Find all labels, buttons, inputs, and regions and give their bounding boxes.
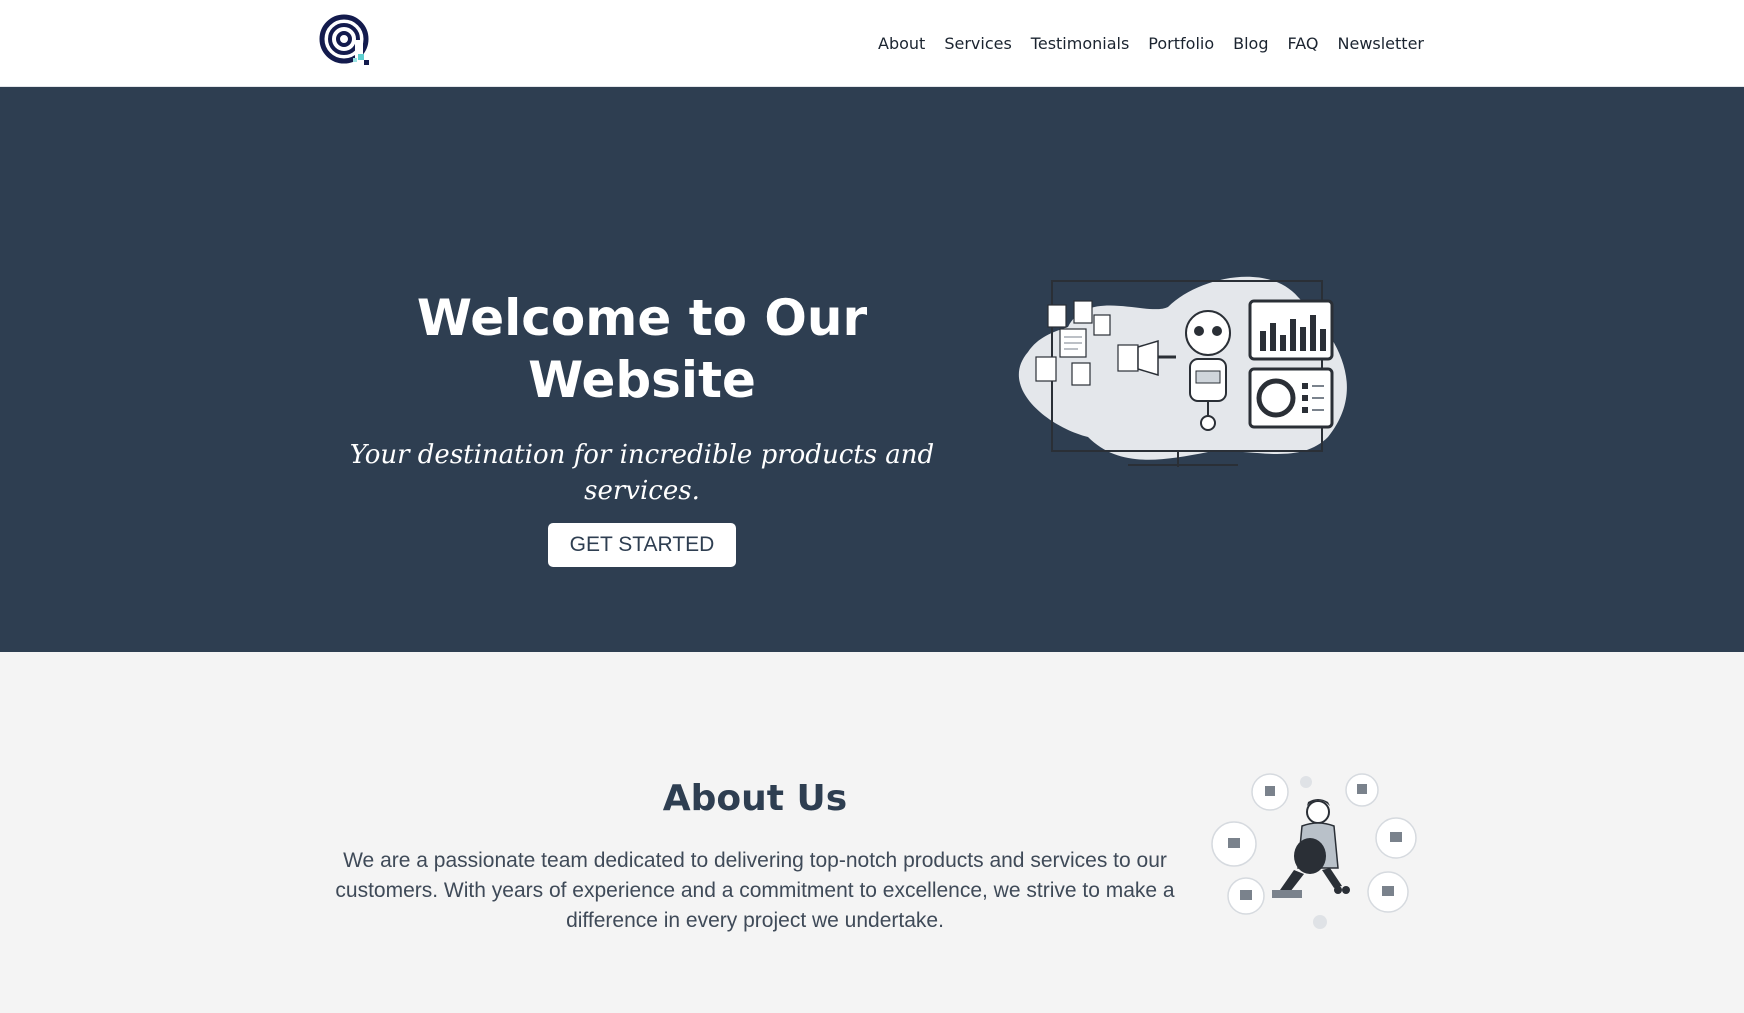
data-robot-illustration-icon bbox=[1018, 276, 1347, 467]
get-started-button[interactable]: GET STARTED bbox=[547, 523, 737, 567]
nav-link-testimonials[interactable]: Testimonials bbox=[1031, 30, 1130, 58]
hero-section: Welcome to Our Website Your destination … bbox=[0, 87, 1744, 652]
at-sign-logo-icon[interactable] bbox=[319, 14, 375, 70]
nav-link-faq[interactable]: FAQ bbox=[1288, 30, 1319, 58]
nav-link-services[interactable]: Services bbox=[944, 30, 1011, 58]
site-header: About Services Testimonials Portfolio Bl… bbox=[0, 0, 1744, 87]
about-body: We are a passionate team dedicated to de… bbox=[335, 849, 1175, 932]
nav-link-about[interactable]: About bbox=[878, 30, 925, 58]
main-nav: About Services Testimonials Portfolio Bl… bbox=[859, 30, 1424, 58]
nav-link-blog[interactable]: Blog bbox=[1233, 30, 1268, 58]
hero-content: Welcome to Our Website Your destination … bbox=[320, 287, 964, 567]
about-section: About Us We are a passionate team dedica… bbox=[0, 652, 1744, 1013]
about-title: About Us bbox=[662, 778, 848, 819]
about-content: About Us We are a passionate team dedica… bbox=[320, 776, 1190, 936]
nav-link-portfolio[interactable]: Portfolio bbox=[1148, 30, 1214, 58]
hero-subtitle: Your destination for incredible products… bbox=[349, 440, 935, 506]
person-hobbies-illustration-icon bbox=[1211, 773, 1417, 929]
nav-link-newsletter[interactable]: Newsletter bbox=[1338, 30, 1425, 58]
hero-title: Welcome to Our Website bbox=[416, 289, 868, 409]
